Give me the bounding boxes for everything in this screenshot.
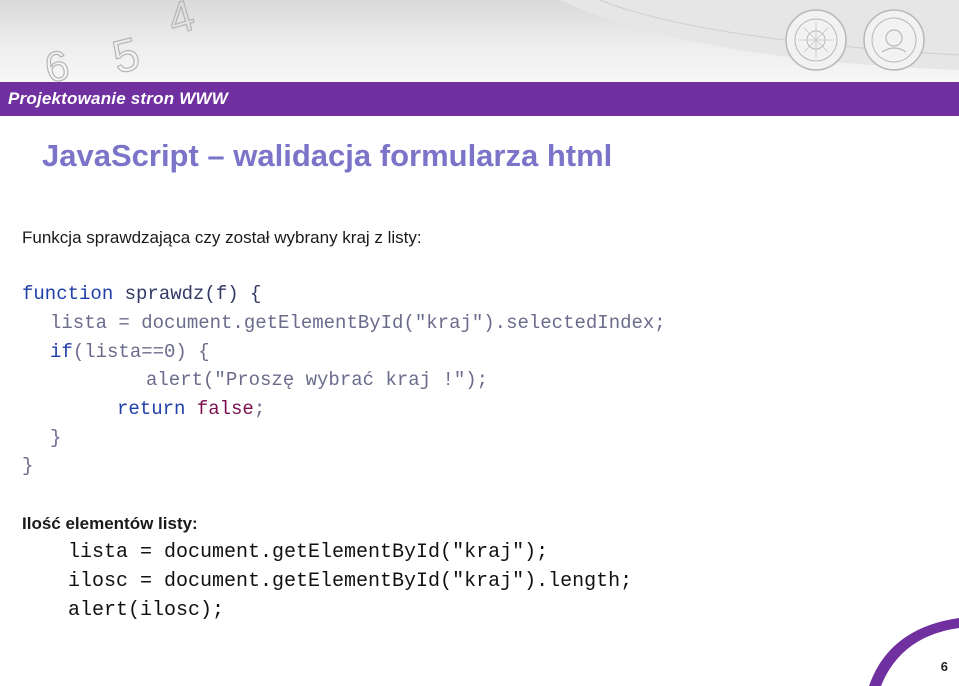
deco-number-4: 4 bbox=[163, 0, 200, 45]
code-keyword: function bbox=[22, 283, 114, 305]
course-title: Projektowanie stron WWW bbox=[8, 89, 228, 108]
deco-number-5: 5 bbox=[107, 27, 144, 84]
code2-line-1: lista = document.getElementById("kraj"); bbox=[68, 541, 549, 564]
section-heading: Ilość elementów listy: bbox=[22, 514, 198, 533]
header-bar: Projektowanie stron WWW bbox=[0, 82, 959, 116]
code-line-1: function sprawdz(f) { bbox=[22, 283, 261, 305]
code-keyword: false bbox=[196, 398, 254, 420]
code-text: } bbox=[22, 455, 34, 477]
code-line-6: } bbox=[50, 427, 61, 449]
code-line-5: return false; bbox=[117, 398, 265, 420]
slide-title: JavaScript – walidacja formularza html bbox=[42, 138, 613, 173]
code-text: lista = document.getElementById("kraj").… bbox=[50, 312, 666, 334]
code-line-2: lista = document.getElementById("kraj").… bbox=[50, 312, 666, 334]
corner-decoration bbox=[869, 618, 959, 686]
code-text: alert("Proszę wybrać kraj !"); bbox=[146, 369, 489, 391]
code-line-4: alert("Proszę wybrać kraj !"); bbox=[146, 369, 488, 391]
code2-line-2: ilosc = document.getElementById("kraj").… bbox=[68, 570, 633, 593]
faculty-seal-icon bbox=[863, 9, 925, 71]
code-text: ; bbox=[253, 398, 266, 420]
university-seal-icon bbox=[785, 9, 847, 71]
code-text: (lista==0) { bbox=[72, 341, 210, 363]
code-line-3: if(lista==0) { bbox=[50, 341, 210, 363]
slide-subtitle: Funkcja sprawdzająca czy został wybrany … bbox=[22, 228, 422, 247]
page-number: 6 bbox=[940, 659, 948, 674]
code-line-7: } bbox=[22, 455, 33, 477]
code-text: sprawdz(f) { bbox=[113, 283, 262, 305]
code2-line-3: alert(ilosc); bbox=[68, 599, 225, 622]
deco-number-6: 6 bbox=[41, 41, 74, 84]
code-text: } bbox=[50, 427, 62, 449]
code-keyword: if bbox=[50, 341, 73, 363]
code-keyword: return bbox=[117, 398, 186, 420]
